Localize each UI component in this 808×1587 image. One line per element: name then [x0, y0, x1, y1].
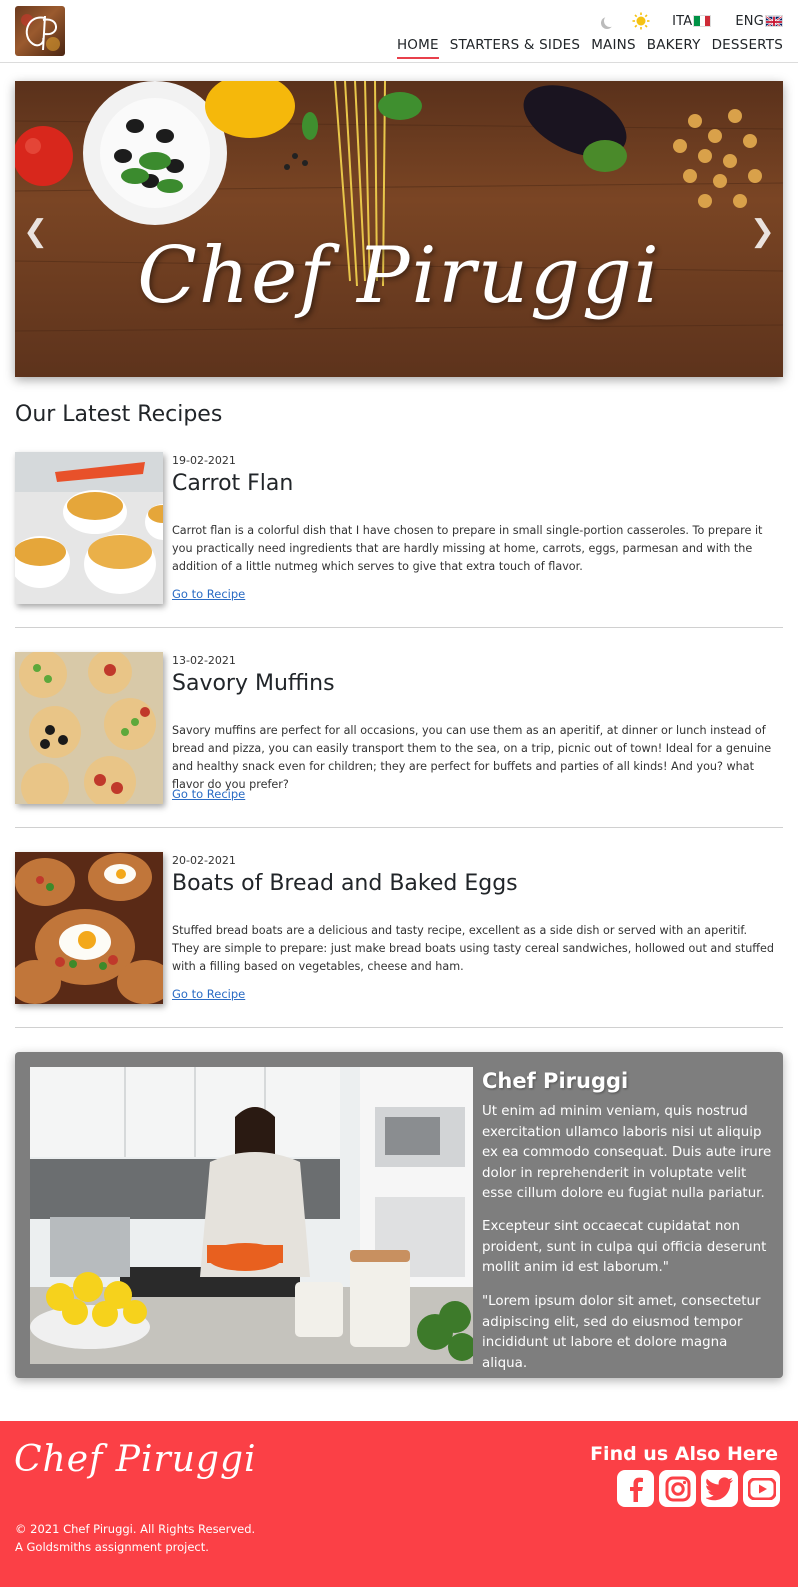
recipe-title[interactable]: Savory Muffins: [172, 671, 335, 696]
recipe-image-carrot-flan[interactable]: [15, 452, 163, 604]
nav-starters-sides[interactable]: STARTERS & SIDES: [450, 37, 580, 59]
lang-ita[interactable]: ITA: [672, 13, 712, 29]
recipe-description: Savory muffins are perfect for all occas…: [172, 724, 772, 791]
moon-icon[interactable]: [604, 15, 616, 27]
chef-bio-paragraph: Ut enim ad minim veniam, quis nostrud ex…: [482, 1104, 772, 1201]
hero-title: Chef Piruggi: [137, 231, 661, 321]
recipe-card: 20-02-2021 Boats of Bread and Baked Eggs…: [15, 852, 783, 1028]
site-logo[interactable]: [15, 6, 65, 56]
chevron-right-icon[interactable]: ❯: [750, 217, 775, 247]
go-to-recipe-link[interactable]: Go to Recipe: [172, 787, 245, 801]
nav-bakery[interactable]: BAKERY: [647, 37, 701, 59]
chef-photo: [30, 1067, 473, 1364]
recipe-title[interactable]: Boats of Bread and Baked Eggs: [172, 871, 518, 896]
recipe-image-savory-muffins[interactable]: [15, 652, 163, 804]
latest-recipes-heading: Our Latest Recipes: [15, 402, 223, 427]
hero-food-illustration: [15, 81, 783, 332]
italy-flag-icon: [693, 15, 712, 27]
nav-desserts[interactable]: DESSERTS: [712, 37, 783, 59]
social-links: [617, 1470, 780, 1507]
recipe-title[interactable]: Carrot Flan: [172, 471, 293, 496]
recipe-date: 13-02-2021: [172, 654, 236, 667]
page-edge: [798, 0, 808, 1587]
copyright-text: © 2021 Chef Piruggi. All Rights Reserved…: [15, 1522, 256, 1536]
chef-name: Chef Piruggi: [482, 1069, 629, 1093]
youtube-icon[interactable]: [743, 1470, 780, 1507]
header-utilities: ITA ENG: [604, 12, 783, 30]
recipe-description: Carrot flan is a colorful dish that I ha…: [172, 524, 763, 573]
site-header: ITA ENG HOME STARTERS & SIDES MAINS BAKE…: [0, 0, 808, 63]
nav-mains[interactable]: MAINS: [591, 37, 636, 59]
recipe-image-bread-boats[interactable]: [15, 852, 163, 1004]
lang-eng-label: ENG: [735, 13, 764, 29]
footer-copyright: © 2021 Chef Piruggi. All Rights Reserved…: [15, 1520, 255, 1556]
lang-ita-label: ITA: [672, 13, 693, 29]
recipe-date: 19-02-2021: [172, 454, 236, 467]
find-us-heading: Find us Also Here: [590, 1443, 778, 1465]
main-nav: HOME STARTERS & SIDES MAINS BAKERY DESSE…: [396, 37, 783, 59]
twitter-icon[interactable]: [701, 1470, 738, 1507]
instagram-icon[interactable]: [659, 1470, 696, 1507]
sun-icon[interactable]: [632, 12, 650, 30]
chef-bio-paragraph: "Lorem ipsum dolor sit amet, consectetur…: [482, 1294, 761, 1371]
logo-monogram: [21, 14, 60, 51]
site-footer: Chef Piruggi © 2021 Chef Piruggi. All Ri…: [0, 1421, 798, 1587]
chef-bio-paragraph: Excepteur sint occaecat cupidatat non pr…: [482, 1219, 767, 1275]
facebook-icon[interactable]: [617, 1470, 654, 1507]
recipe-card: 19-02-2021 Carrot Flan Carrot flan is a …: [15, 452, 783, 628]
footer-logo[interactable]: Chef Piruggi: [14, 1439, 257, 1480]
chevron-left-icon[interactable]: ❮: [23, 217, 48, 247]
project-note: A Goldsmiths assignment project.: [15, 1540, 209, 1554]
go-to-recipe-link[interactable]: Go to Recipe: [172, 987, 245, 1001]
go-to-recipe-link[interactable]: Go to Recipe: [172, 587, 245, 601]
chef-about-card: Chef Piruggi Ut enim ad minim veniam, qu…: [15, 1052, 783, 1378]
lang-eng[interactable]: ENG: [735, 14, 783, 29]
recipe-date: 20-02-2021: [172, 854, 236, 867]
recipe-card: 13-02-2021 Savory Muffins Savory muffins…: [15, 652, 783, 828]
hero-carousel[interactable]: Chef Piruggi ❮ ❯: [15, 81, 783, 377]
recipe-description: Stuffed bread boats are a delicious and …: [172, 924, 774, 973]
uk-flag-icon: [765, 15, 783, 27]
nav-home[interactable]: HOME: [396, 37, 439, 59]
